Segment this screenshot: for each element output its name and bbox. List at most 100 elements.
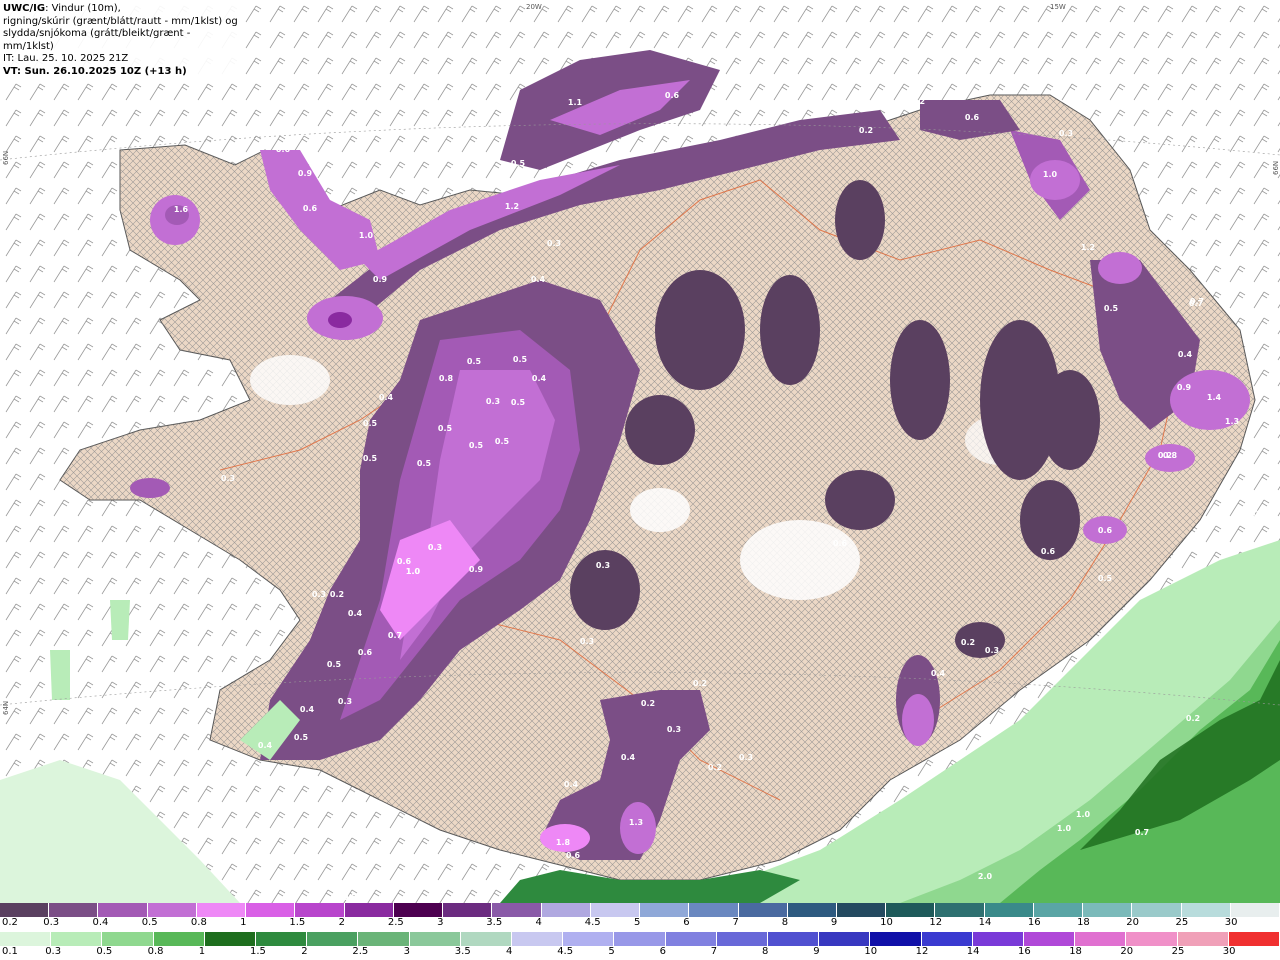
precip-value-label: 0.7 (1189, 299, 1203, 308)
precip-value-label: 1.3 (629, 818, 643, 827)
precip-value-label: 0.9 (298, 169, 313, 178)
colorbar-swatch (443, 903, 493, 917)
colorbar-snow: 0.2 0.3 0.4 0.5 0.8 1 1.5 2 2.5 3 3.5 4 4.5 5 6 7 8 9 10 12… (0, 903, 1280, 930)
precip-value-label: 0.5 (513, 355, 528, 364)
colorbar-label: 0.4 (92, 917, 109, 928)
colorbar-swatch (1132, 903, 1182, 917)
colorbar-swatch (541, 903, 591, 917)
precip-value-label: 0.3 (667, 725, 681, 734)
colorbar-label: 2 (338, 917, 345, 928)
colorbar-swatch (819, 932, 871, 946)
precip-value-label: 0.5 (294, 733, 309, 742)
precip-value-label: 0.4 (379, 393, 394, 402)
precip-value-label: 0.3 (221, 474, 235, 483)
colorbar-label: 0.8 (147, 946, 164, 957)
precip-value-label: 0.5 (469, 441, 484, 450)
colorbar-swatch (640, 903, 690, 917)
colorbar-label: 3.5 (486, 917, 503, 928)
precip-value-label: 0.2 (330, 590, 344, 599)
precip-value-label: 0.5 (495, 437, 510, 446)
colorbar-swatch (256, 932, 308, 946)
colorbar-swatch (984, 903, 1034, 917)
precip-value-label: 0.8 (1253, 509, 1268, 518)
colorbar-swatch (307, 932, 359, 946)
precip-value-label: 0.4 (300, 705, 315, 714)
colorbar-swatch (153, 932, 205, 946)
precip-value-label: 0.6 (965, 113, 980, 122)
colorbar-label: 4 (535, 917, 542, 928)
colorbar-label: 9 (830, 917, 838, 928)
colorbar-label: 30 (1222, 946, 1236, 957)
init-time: IT: Lau. 25. 10. 2025 21Z (3, 53, 129, 64)
colorbar-swatch (49, 903, 99, 917)
precip-value-label: 0.2 (708, 763, 722, 772)
precip-value-label: 0.6 (358, 648, 373, 657)
colorbar-label: 0.2 (2, 917, 18, 928)
colorbar-swatch (393, 903, 444, 917)
precip-value-label: 1.2 (1081, 243, 1095, 252)
colorbar-swatch (98, 903, 148, 917)
precip-value-label: 0.9 (1177, 383, 1192, 392)
colorbar-swatch (344, 903, 394, 917)
colorbar-swatch (590, 903, 641, 917)
colorbar-label: 0.5 (141, 917, 158, 928)
colorbar-label: 4.5 (584, 917, 601, 928)
colorbar-label: 25 (1175, 917, 1189, 928)
precip-value-label: 0.5 (467, 357, 482, 366)
colorbar-label: 6 (659, 946, 666, 957)
map-header: UWC/IG: Vindur (10m), rigning/skúrir (gr… (0, 0, 244, 80)
precip-value-label: 0.7 (343, 893, 357, 902)
colorbar-swatch (196, 903, 247, 917)
colorbar-label: 0.8 (190, 917, 207, 928)
colorbar-swatch (768, 932, 820, 946)
precip-value-label: 0.2 (911, 97, 925, 106)
precip-value-label: 0.5 (1098, 574, 1113, 583)
colorbar-rain: 0.1 0.3 0.5 0.8 1 1.5 2 2.5 3 3.5 4 4.5 5 6 7 8 9 10 12 14 1… (0, 932, 1280, 959)
precip-value-label: 1.0 (359, 231, 374, 240)
colorbar-label: 14 (966, 946, 980, 957)
colorbar-label: 18 (1077, 917, 1090, 928)
precip-value-label: 0.3 (312, 590, 326, 599)
colorbar-label: 16 (1018, 946, 1031, 957)
precip-value-label: 0.3 (1059, 129, 1073, 138)
precip-value-label: 0.4 (931, 669, 946, 678)
colorbar-label: 3.5 (454, 946, 471, 957)
colorbar-swatch (295, 903, 345, 917)
colorbar-label: 16 (1027, 917, 1041, 928)
lat-label-64n-left: 64N (2, 701, 10, 715)
precip-value-label: 1.0 (1057, 824, 1072, 833)
colorbar-label: 3 (437, 917, 444, 928)
colorbar-label: 1 (198, 946, 206, 957)
colorbar-label: 12 (929, 917, 943, 928)
lon-label-15w: 15W (1050, 3, 1066, 11)
precip-value-label: 0.3 (596, 561, 610, 570)
colorbar-label: 9 (813, 946, 820, 957)
colorbar-swatch (563, 932, 615, 946)
colorbar-swatch (246, 903, 296, 917)
colorbar-swatch (1177, 932, 1229, 946)
precip-value-label: 0.7 (1135, 828, 1149, 837)
precip-value-label: 0.3 (428, 543, 442, 552)
colorbar-swatch (147, 903, 197, 917)
precip-value-label: 0.5 (438, 424, 453, 433)
colorbar-swatch (0, 903, 50, 917)
colorbar-swatch (716, 932, 769, 946)
precip-value-label: 0.6 (566, 851, 581, 860)
colorbar-label: 2 (301, 946, 308, 957)
colorbar-label: 0.3 (43, 917, 60, 928)
precip-value-label: 0.6 (303, 204, 318, 213)
precip-value-label: 0.5 (363, 419, 378, 428)
precip-value-label: 0.3 (547, 239, 561, 248)
colorbar-swatch (102, 932, 154, 946)
precip-value-label: 1.0 (1076, 810, 1091, 819)
colorbar-swatch (787, 903, 837, 917)
colorbar-label: 4 (506, 946, 513, 957)
colorbar-label: 4.5 (557, 946, 574, 957)
precip-value-label: 1.8 (556, 838, 571, 847)
colorbar-label: 6 (683, 917, 690, 928)
colorbar-label: 0.5 (96, 946, 113, 957)
precip-value-label: 0.3 (873, 101, 887, 110)
colorbar-label: 10 (864, 946, 878, 957)
colorbar-label: 8 (762, 946, 769, 957)
colorbar-swatch (886, 903, 936, 917)
